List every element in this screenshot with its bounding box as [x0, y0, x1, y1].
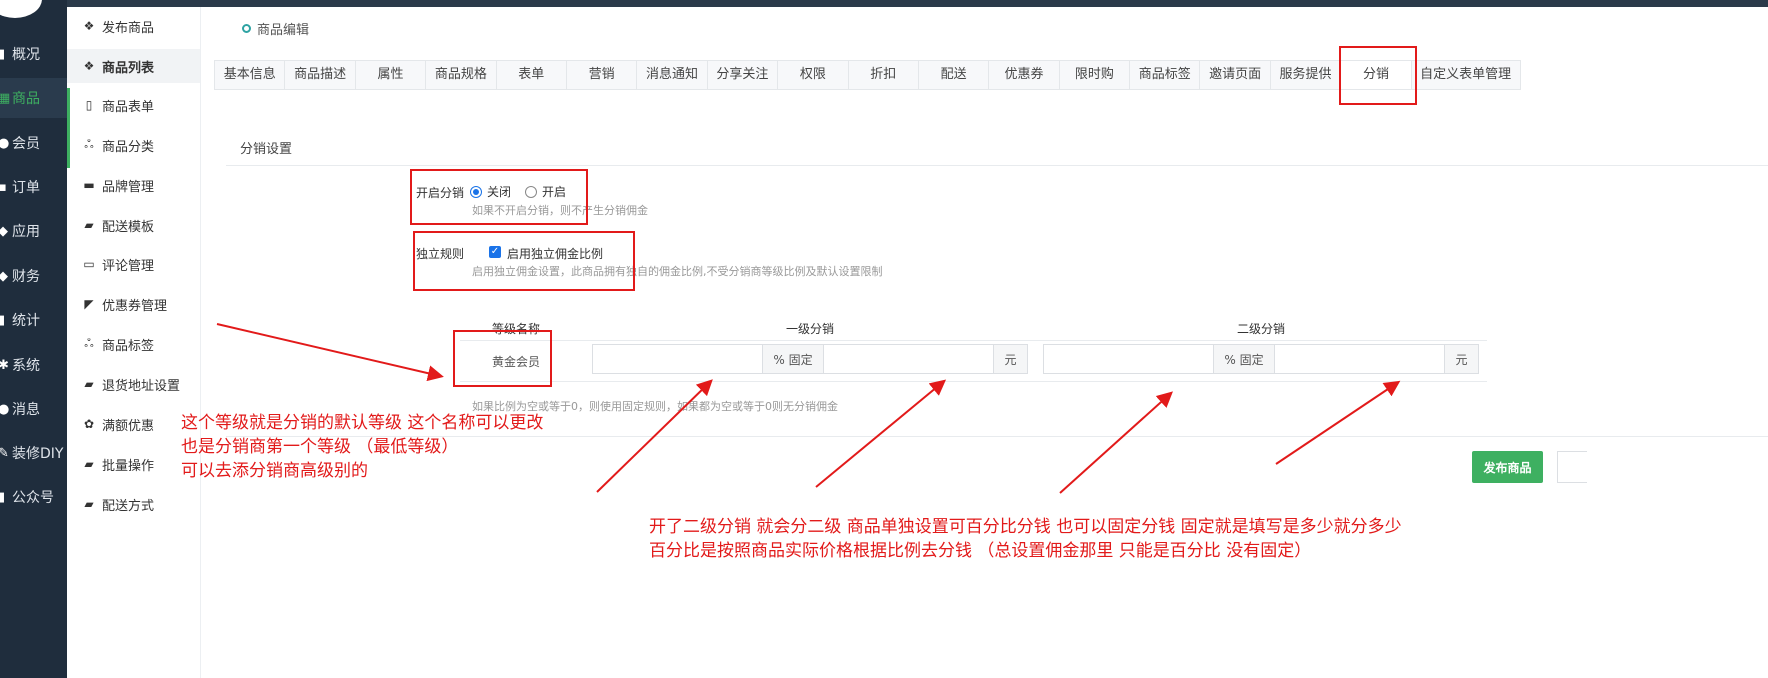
arrow-to-second-percent: [1059, 391, 1173, 494]
annotation-note-left: 这个等级就是分销的默认等级 这个名称可以更改 也是分销商第一个等级 （最低等级）…: [181, 413, 544, 481]
annotation-arrows: [216, 323, 1401, 494]
arrow-to-second-fixed: [1275, 380, 1401, 465]
annotation-note-bottom: 开了二级分销 就会分二级 商品单独设置可百分比分钱 也可以固定分钱 固定就是填写…: [649, 517, 1402, 561]
arrow-to-level-name: [216, 323, 444, 382]
arrow-to-first-percent: [596, 379, 713, 493]
arrow-to-first-fixed: [815, 379, 947, 488]
